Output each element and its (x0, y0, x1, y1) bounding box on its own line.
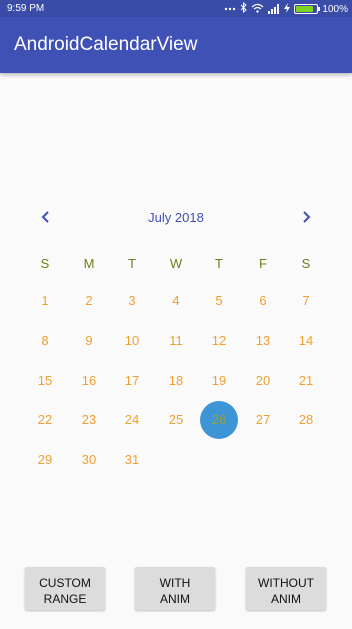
day-cell[interactable]: 5 (199, 291, 239, 311)
day-cell[interactable]: 9 (69, 331, 109, 351)
custom-range-button[interactable]: CUSTOM RANGE (25, 567, 105, 610)
day-cell[interactable]: 14 (286, 331, 326, 351)
day-cell[interactable]: 31 (112, 450, 152, 470)
status-bar: 9:59 PM 100% (0, 0, 352, 17)
day-cell[interactable]: 30 (69, 450, 109, 470)
custom-range-button-line1: CUSTOM (39, 575, 91, 590)
day-cell[interactable]: 22 (25, 410, 65, 430)
without-anim-button-line1: WITHOUT (258, 575, 314, 590)
weekday-label: M (83, 256, 95, 271)
day-cell[interactable]: 1 (25, 291, 65, 311)
day-cell[interactable]: 25 (156, 410, 196, 430)
weekday-label: T (215, 256, 223, 271)
day-cell[interactable]: 17 (112, 371, 152, 391)
chevron-right-icon[interactable] (297, 207, 317, 227)
day-cell[interactable]: 20 (243, 371, 283, 391)
selected-day-cell[interactable]: 26 (199, 410, 239, 430)
weekday-label: T (128, 256, 136, 271)
with-anim-button[interactable]: WITH ANIM (135, 567, 215, 610)
day-cell[interactable]: 8 (25, 331, 65, 351)
app-title: AndroidCalendarView (14, 34, 198, 55)
day-cell[interactable]: 2 (69, 291, 109, 311)
day-cell[interactable]: 27 (243, 410, 283, 430)
day-cell[interactable]: 19 (199, 371, 239, 391)
day-cell[interactable]: 3 (112, 291, 152, 311)
bluetooth-icon (240, 1, 248, 16)
wifi-icon (251, 3, 264, 16)
day-cell[interactable]: 4 (156, 291, 196, 311)
status-icons: 100% (224, 1, 348, 16)
custom-range-button-line2: RANGE (43, 591, 87, 606)
with-anim-button-line1: WITH (159, 575, 191, 590)
day-cell[interactable]: 21 (286, 371, 326, 391)
day-cell[interactable]: 10 (112, 331, 152, 351)
weekday-label: W (169, 256, 183, 271)
app-bar: AndroidCalendarView (0, 17, 352, 73)
weekday-label: S (301, 256, 311, 271)
with-anim-button-line2: ANIM (160, 591, 190, 606)
charging-icon (284, 2, 291, 16)
calendar-header: July 2018 (0, 205, 352, 231)
weekday-label: F (259, 256, 267, 271)
battery-percent: 100% (322, 3, 348, 15)
day-cell[interactable]: 28 (286, 410, 326, 430)
day-cell[interactable]: 7 (286, 291, 326, 311)
day-cell[interactable]: 16 (69, 371, 109, 391)
day-cell[interactable]: 24 (112, 410, 152, 430)
day-cell[interactable]: 29 (25, 450, 65, 470)
battery-icon (294, 4, 321, 14)
day-cell[interactable]: 15 (25, 371, 65, 391)
day-cell[interactable]: 12 (199, 331, 239, 351)
status-time: 9:59 PM (7, 3, 45, 14)
without-anim-button[interactable]: WITHOUT ANIM (246, 567, 326, 610)
day-cell[interactable]: 11 (156, 331, 196, 351)
dots-icon (224, 4, 236, 15)
day-cell[interactable]: 6 (243, 291, 283, 311)
without-anim-button-line2: ANIM (271, 591, 301, 606)
day-cell[interactable]: 13 (243, 331, 283, 351)
signal-icon (268, 4, 280, 14)
day-cell[interactable]: 18 (156, 371, 196, 391)
day-cell[interactable]: 23 (69, 410, 109, 430)
weekday-label: S (40, 256, 50, 271)
